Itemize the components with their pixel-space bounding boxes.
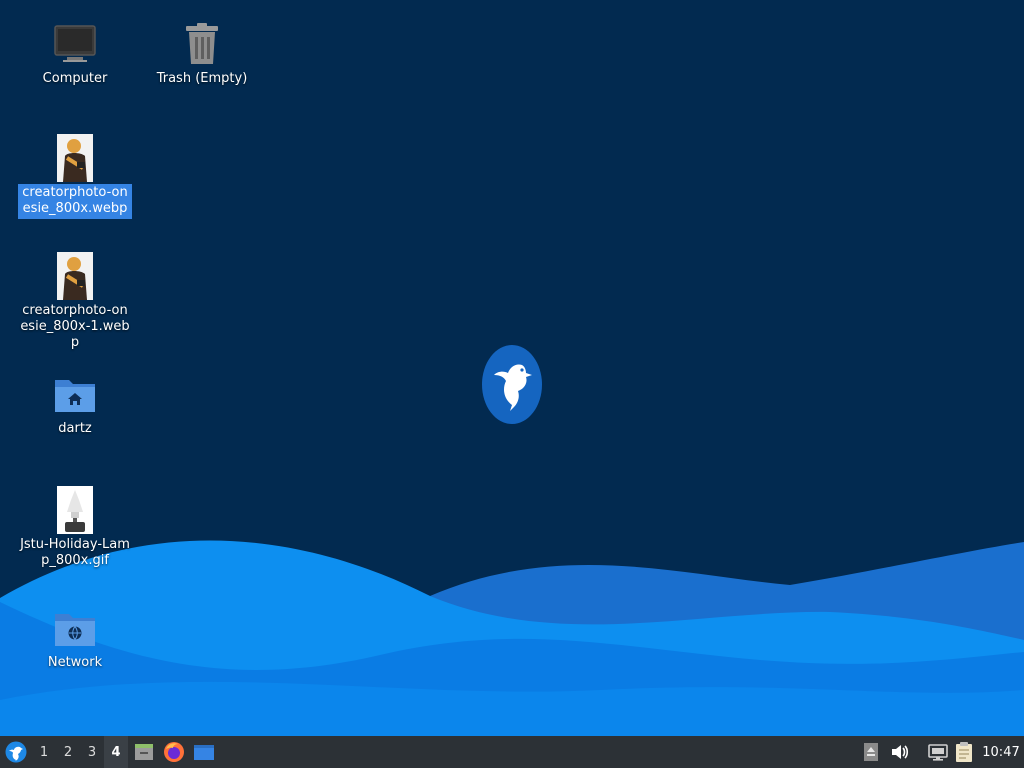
desktop[interactable]: Computer Trash (Empty) creatorphoto-ones… <box>0 0 1024 736</box>
desktop-icon-network[interactable]: Network <box>18 604 132 673</box>
desktop-icon-computer[interactable]: Computer <box>18 20 132 89</box>
network-status-button[interactable] <box>926 736 950 768</box>
home-folder-icon <box>51 370 99 418</box>
network-icon <box>928 744 948 761</box>
desktop-icon-label: Network <box>47 655 103 670</box>
image-thumbnail-icon <box>51 252 99 300</box>
firefox-icon <box>164 742 184 762</box>
clock[interactable]: 10:47 <box>980 736 1022 768</box>
computer-icon <box>51 20 99 68</box>
image-thumbnail-icon <box>51 134 99 182</box>
desktop-icon-file[interactable]: creatorphoto-onesie_800x-1.webp <box>18 252 132 353</box>
desktop-icon-label: Trash (Empty) <box>156 71 248 86</box>
file-manager-launcher[interactable] <box>132 736 156 768</box>
image-thumbnail-icon <box>51 486 99 534</box>
clock-time: 10:47 <box>982 744 1020 760</box>
desktop-icon-label: creatorphoto-onesie_800x.webp <box>18 184 132 219</box>
workspace-3-button[interactable]: 3 <box>80 736 104 768</box>
clipboard-icon <box>956 742 972 762</box>
desktop-icon-label: Jstu-Holiday-Lamp_800x.gif <box>20 537 130 568</box>
workspace-2-button[interactable]: 2 <box>56 736 80 768</box>
desktop-icon <box>194 745 214 760</box>
clipboard-button[interactable] <box>952 736 976 768</box>
desktop-icon-file[interactable]: creatorphoto-onesie_800x.webp <box>18 134 132 219</box>
file-manager-icon <box>135 744 153 760</box>
show-desktop-button[interactable] <box>192 736 216 768</box>
hummingbird-logo-icon <box>482 345 542 424</box>
desktop-icon-label: Computer <box>42 71 108 86</box>
workspace-4-button[interactable]: 4 <box>104 736 128 768</box>
trash-icon <box>178 20 226 68</box>
desktop-icon-trash[interactable]: Trash (Empty) <box>145 20 259 89</box>
desktop-icon-home-folder[interactable]: dartz <box>18 370 132 439</box>
eject-icon <box>864 743 878 761</box>
network-folder-icon <box>51 604 99 652</box>
workspace-1-button[interactable]: 1 <box>32 736 56 768</box>
desktop-icon-label: creatorphoto-onesie_800x-1.webp <box>20 303 130 350</box>
taskbar: 1 2 3 4 10:47 <box>0 736 1024 768</box>
start-menu-button[interactable] <box>2 736 30 768</box>
firefox-launcher[interactable] <box>162 736 186 768</box>
desktop-icon-file[interactable]: Jstu-Holiday-Lamp_800x.gif <box>18 486 132 571</box>
eject-button[interactable] <box>860 736 882 768</box>
desktop-icon-label: dartz <box>58 421 92 436</box>
volume-icon <box>892 745 909 759</box>
start-menu-icon <box>5 741 27 763</box>
volume-button[interactable] <box>888 736 912 768</box>
